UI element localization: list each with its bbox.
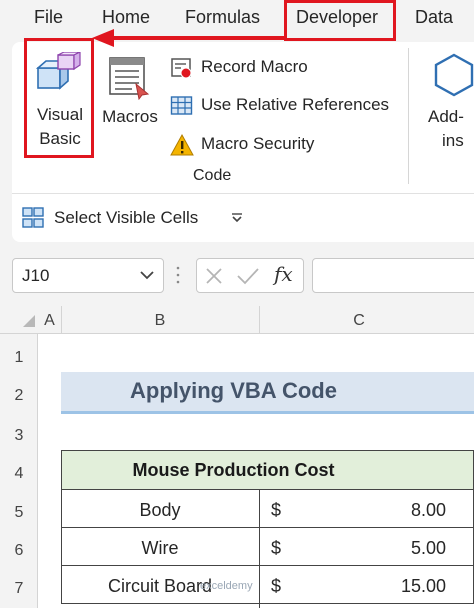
tab-home[interactable]: Home (102, 7, 150, 28)
warning-icon (170, 133, 194, 156)
macro-security-button[interactable]: Macro Security (170, 132, 340, 158)
visual-basic-icon (36, 52, 81, 90)
watermark-logo: exceldemy (200, 580, 253, 592)
row-header-3[interactable]: 3 (0, 427, 38, 445)
add-ins-label-line2: ins (442, 131, 464, 150)
row-header-2[interactable]: 2 (0, 387, 38, 405)
formula-input[interactable] (312, 258, 474, 293)
row-header-7[interactable]: 7 (0, 580, 38, 598)
column-header-c[interactable]: C (259, 312, 459, 330)
macro-security-label: Macro Security (201, 134, 315, 153)
name-box-value: J10 (22, 266, 50, 285)
developer-tab-highlight (284, 0, 396, 41)
tab-file[interactable]: File (34, 7, 63, 28)
column-divider (259, 306, 260, 334)
pointer-arrow-icon (92, 29, 284, 47)
relative-references-icon (170, 96, 193, 115)
column-header-b[interactable]: B (61, 312, 259, 330)
insert-function-button[interactable]: fx (274, 262, 293, 286)
sheet-title: Applying VBA Code (130, 378, 337, 403)
record-macro-button[interactable]: Record Macro (170, 55, 320, 81)
use-relative-references-label: Use Relative References (201, 95, 390, 114)
record-macro-icon (171, 58, 192, 79)
row-header-1[interactable]: 1 (0, 349, 38, 367)
visual-basic-button[interactable]: Visual Basic (30, 44, 90, 156)
row-header-6[interactable]: 6 (0, 542, 38, 560)
quick-access-dropdown-icon[interactable] (230, 211, 244, 225)
macros-label: Macros (102, 107, 158, 126)
tab-formulas[interactable]: Formulas (185, 7, 260, 28)
visual-basic-label-line2: Basic (39, 129, 81, 148)
item-cell[interactable]: Wire (61, 538, 259, 559)
select-visible-cells-label: Select Visible Cells (54, 208, 199, 227)
item-cell[interactable]: Body (61, 500, 259, 521)
column-divider (61, 306, 62, 334)
currency-cell: $ (271, 576, 282, 596)
use-relative-references-button[interactable]: Use Relative References (170, 93, 400, 119)
value-cell[interactable]: 15.00 (300, 576, 446, 597)
currency-cell: $ (271, 538, 282, 558)
table-column-divider (259, 490, 260, 608)
value-cell[interactable]: 5.00 (300, 538, 446, 559)
formula-bar-handle-icon[interactable] (175, 264, 181, 286)
macros-button[interactable]: Macros (98, 50, 162, 130)
record-macro-label: Record Macro (201, 57, 308, 76)
confirm-entry-icon[interactable] (236, 266, 260, 286)
visual-basic-label-line1: Visual (37, 105, 83, 124)
table-header-text: Mouse Production Cost (132, 460, 335, 480)
tab-data[interactable]: Data (415, 7, 453, 28)
row-header-4[interactable]: 4 (0, 465, 38, 483)
add-ins-button[interactable]: Add- ins (424, 52, 474, 152)
cancel-entry-icon[interactable] (204, 266, 224, 286)
add-ins-icon (434, 53, 474, 97)
ribbon-group-separator (408, 48, 409, 184)
select-all-icon[interactable] (22, 314, 36, 328)
column-header-a[interactable]: A (38, 312, 61, 330)
value-cell[interactable]: 8.00 (300, 500, 446, 521)
ribbon-group-label: Code (193, 167, 232, 184)
add-ins-label-line1: Add- (428, 107, 464, 126)
currency-cell: $ (271, 500, 282, 520)
ribbon-divider (12, 193, 474, 194)
name-box-chevron-down-icon[interactable] (139, 268, 155, 282)
macros-icon (109, 57, 150, 100)
select-visible-cells-icon (22, 207, 44, 228)
row-header-5[interactable]: 5 (0, 504, 38, 522)
